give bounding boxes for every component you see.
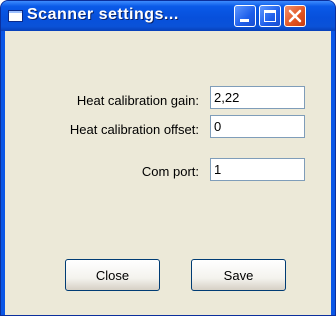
title-bar[interactable]: Scanner settings... [1,1,335,31]
com-port-field[interactable] [210,158,305,181]
heat-offset-label: Heat calibration offset: [69,122,199,137]
window-title: Scanner settings... [27,6,179,23]
minimize-icon [240,19,249,22]
close-button[interactable]: Close [65,259,160,291]
close-window-button[interactable] [284,5,306,27]
dialog-body: Heat calibration gain: Heat calibration … [5,31,331,315]
maximize-icon [264,10,276,22]
maximize-button[interactable] [259,5,281,27]
close-icon [288,9,302,23]
heat-gain-label: Heat calibration gain: [76,93,199,108]
heat-gain-field[interactable] [210,86,305,109]
save-button[interactable]: Save [191,259,286,291]
minimize-button[interactable] [234,5,256,27]
dialog-window: Scanner settings... Heat calibration gai… [0,0,336,316]
heat-offset-field[interactable] [210,115,305,138]
window-icon [8,10,23,22]
com-port-label: Com port: [141,164,199,179]
